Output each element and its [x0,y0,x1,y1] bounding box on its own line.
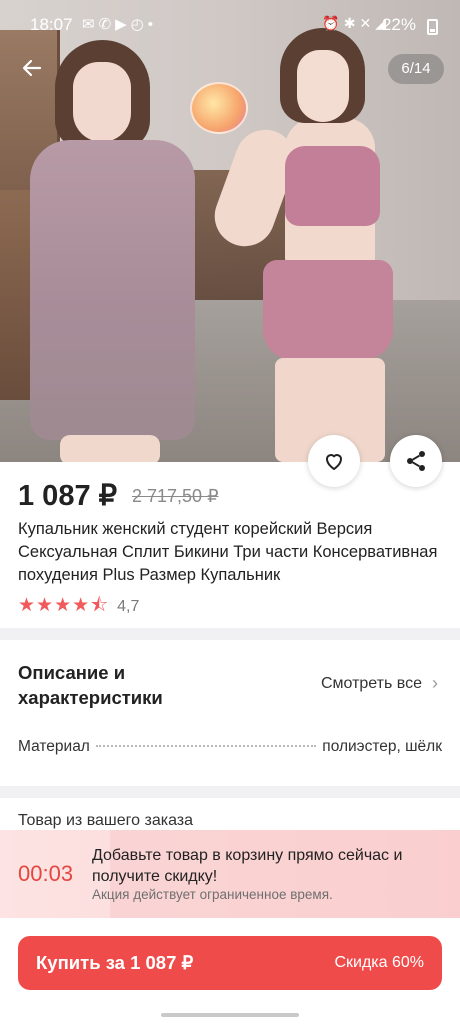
promo-banner[interactable]: 00:03 Добавьте товар в корзину прямо сей… [0,830,460,918]
back-button[interactable] [14,50,50,86]
buy-button[interactable]: Купить за 1 087 ₽ Скидка 60% [18,936,442,990]
arrow-left-icon [22,59,42,77]
see-all-label: Смотреть все [320,674,422,692]
image-counter: 6/14 [388,54,444,84]
product-rating[interactable]: ★★★★⯪ 4,7 [18,591,139,623]
system-icons: ⏰✱✕◢ [322,15,390,31]
see-all-link[interactable]: Смотреть все › [321,673,438,694]
rating-value: 4,7 [117,598,140,615]
product-price: 1 087 ₽ [18,480,118,512]
discount-label: Скидка 60% [334,954,424,971]
promo-subtext: Акция действует ограниченное время. [92,887,333,902]
buy-button-label: Купить за 1 087 ₽ [36,952,194,973]
attribute-name: Материал [18,738,90,755]
model-left [25,40,195,462]
order-section-title: Товар из вашего заказа [18,812,194,829]
image-candy-jar [190,82,248,134]
notification-icons: ✉✆▶◴• [82,16,158,33]
heart-icon [326,454,342,470]
section-divider [0,628,460,640]
favorite-button[interactable] [308,435,360,487]
product-old-price: 2 717,50 ₽ [132,486,219,506]
promo-text: Добавьте товар в корзину прямо сейчас и … [92,847,403,885]
battery-percent: 22% [381,15,416,34]
status-bar: 18:07 ✉✆▶◴• ⏰✱✕◢ 22% [0,0,460,50]
battery-icon [427,19,438,35]
share-icon [407,451,425,471]
promo-timer: 00:03 [18,861,74,886]
section-divider [0,786,460,798]
model-right [206,28,425,462]
product-title: Купальник женский студент корейский Верс… [18,520,438,584]
description-title: Описание и характеристики [18,662,163,708]
attribute-row: Материал полиэстер, шёлк [18,738,442,756]
attribute-value: полиэстер, шёлк [322,738,442,755]
attribute-dots [95,745,317,747]
chevron-right-icon: › [432,673,438,693]
share-button[interactable] [390,435,442,487]
home-indicator[interactable] [161,1013,299,1017]
status-time: 18:07 [30,15,73,34]
rating-stars-icon: ★★★★⯪ [18,595,110,616]
